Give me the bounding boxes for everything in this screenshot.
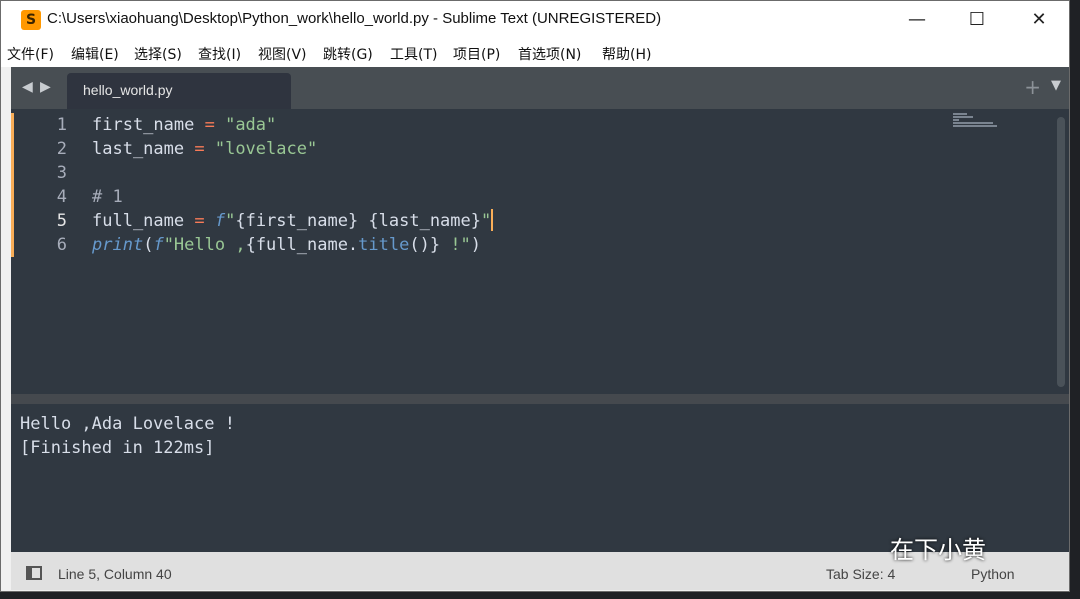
- line-number: 1: [56, 115, 67, 135]
- code-token: =: [194, 139, 205, 159]
- text-cursor: [491, 209, 494, 231]
- code-token: ()}: [409, 235, 441, 255]
- menu-preferences[interactable]: 首选项(N): [518, 44, 581, 64]
- sublime-window: S C:\Users\xiaohuang\Desktop\Python_work…: [0, 0, 1070, 592]
- code-line[interactable]: last_name = "lovelace": [92, 137, 317, 161]
- minimap-line: [953, 122, 993, 124]
- line-number-gutter: 1 2 3 4 5 6: [11, 109, 83, 394]
- code-token: "Hello ,: [163, 235, 246, 255]
- tab-bar: ◀ ▶ hello_world.py + ▼: [11, 67, 1069, 109]
- code-token: !": [440, 235, 471, 255]
- code-token: {full_name.: [245, 235, 359, 255]
- background-window-strip: [1070, 0, 1080, 599]
- code-editor[interactable]: 1 2 3 4 5 6 first_name = "ada" last_name …: [11, 109, 1069, 394]
- code-line[interactable]: # 1: [92, 185, 123, 209]
- menu-bar: 文件(F) 编辑(E) 选择(S) 查找(I) 视图(V) 跳转(G) 工具(T…: [1, 39, 1069, 67]
- minimap-line: [953, 119, 959, 121]
- code-token: =: [194, 211, 205, 231]
- code-token: "lovelace": [204, 139, 318, 159]
- minimize-button[interactable]: —: [897, 5, 937, 35]
- tab-forward-arrow-icon[interactable]: ▶: [40, 79, 51, 95]
- cursor-position: Line 5, Column 40: [58, 566, 172, 582]
- line-number: 4: [56, 187, 67, 207]
- code-token: print: [92, 235, 144, 255]
- watermark-text: 在下小黄: [890, 536, 986, 564]
- menu-file[interactable]: 文件(F): [7, 44, 54, 64]
- minimap-line: [953, 113, 967, 115]
- code-token: ): [470, 235, 482, 255]
- code-token: # 1: [92, 187, 123, 207]
- code-token: title: [358, 235, 410, 255]
- code-token: first_name: [92, 115, 205, 135]
- menu-selection[interactable]: 选择(S): [134, 44, 182, 64]
- minimap-line: [953, 116, 973, 118]
- menu-edit[interactable]: 编辑(E): [71, 44, 119, 64]
- menu-find[interactable]: 查找(I): [198, 44, 241, 64]
- window-title: C:\Users\xiaohuang\Desktop\Python_work\h…: [47, 10, 662, 27]
- line-number: 6: [56, 235, 67, 255]
- syntax-selector[interactable]: Python: [971, 566, 1015, 582]
- new-tab-plus-icon[interactable]: +: [1024, 75, 1041, 99]
- background-strip: [0, 592, 1080, 599]
- code-token: "ada": [214, 115, 277, 135]
- menu-view[interactable]: 视图(V): [258, 44, 307, 64]
- code-token: ": [225, 211, 236, 231]
- build-output-panel[interactable]: Hello ,Ada Lovelace ! [Finished in 122ms…: [11, 394, 1069, 552]
- menu-tools[interactable]: 工具(T): [390, 44, 437, 64]
- code-line[interactable]: print(f"Hello ,{full_name.title()} !"): [92, 233, 481, 257]
- menu-help[interactable]: 帮助(H): [602, 44, 651, 64]
- code-token: (: [143, 235, 154, 255]
- code-token: full_name: [92, 211, 195, 231]
- minimap[interactable]: [953, 113, 1003, 133]
- code-line[interactable]: full_name = f"{first_name} {last_name}": [92, 209, 494, 233]
- tab-label: hello_world.py: [83, 82, 173, 98]
- minimap-line: [953, 125, 997, 127]
- line-number-active: 5: [56, 211, 67, 231]
- code-token: ": [481, 211, 492, 231]
- maximize-button[interactable]: ☐: [957, 5, 997, 35]
- sublime-logo-icon: S: [21, 10, 41, 30]
- code-token: last_name: [92, 139, 195, 159]
- close-button[interactable]: ✕: [1019, 5, 1059, 35]
- code-token: f: [214, 211, 226, 231]
- tab-hello-world[interactable]: hello_world.py: [67, 73, 291, 109]
- line-number: 3: [56, 163, 67, 183]
- panel-toggle-icon[interactable]: [26, 566, 42, 580]
- menu-goto[interactable]: 跳转(G): [323, 44, 373, 64]
- code-token: f: [153, 235, 164, 255]
- tab-back-arrow-icon[interactable]: ◀: [22, 79, 33, 95]
- title-bar[interactable]: S C:\Users\xiaohuang\Desktop\Python_work…: [1, 1, 1069, 39]
- line-number: 2: [56, 139, 67, 159]
- tab-list-dropdown-icon[interactable]: ▼: [1051, 78, 1061, 93]
- code-token: {first_name} {last_name}: [235, 211, 481, 231]
- editor-scrollbar[interactable]: [1057, 117, 1065, 387]
- output-line: [Finished in 122ms]: [20, 438, 215, 458]
- tab-size-selector[interactable]: Tab Size: 4: [826, 566, 895, 582]
- output-line: Hello ,Ada Lovelace !: [20, 414, 235, 434]
- menu-project[interactable]: 项目(P): [453, 44, 500, 64]
- code-line[interactable]: first_name = "ada": [92, 113, 276, 137]
- code-token: =: [204, 115, 215, 135]
